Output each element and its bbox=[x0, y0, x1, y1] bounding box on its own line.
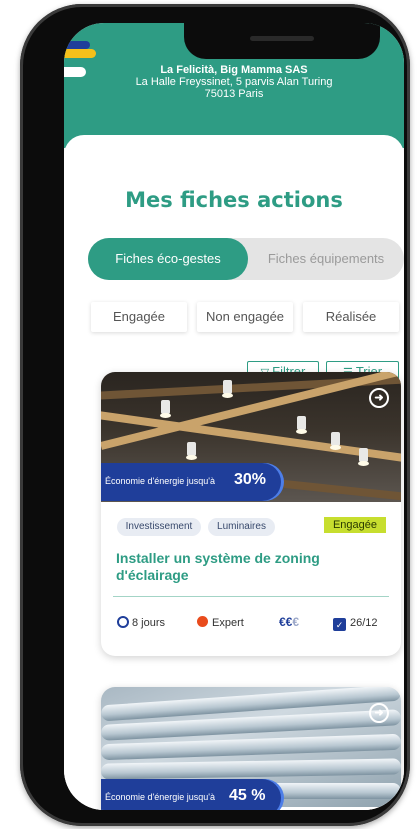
phone-frame: La Felicità, Big Mamma SAS La Halle Frey… bbox=[20, 4, 410, 826]
difficulty-dot-icon bbox=[197, 616, 208, 627]
tag-chip: Luminaires bbox=[208, 518, 275, 536]
tab-equipements[interactable]: Fiches équipements bbox=[248, 238, 404, 280]
filter-engagee-button[interactable]: Engagée bbox=[91, 302, 187, 332]
cost-level: €€€ bbox=[279, 615, 300, 629]
restaurant-address: La Halle Freyssinet, 5 parvis Alan Turin… bbox=[135, 76, 333, 88]
tag-chip: Investissement bbox=[117, 518, 201, 536]
action-card[interactable]: ➜ Économie d'énergie jusqu'à 45 % bbox=[101, 687, 401, 810]
status-badge: Engagée bbox=[324, 517, 386, 533]
tab-eco-gestes[interactable]: Fiches éco-gestes bbox=[88, 238, 248, 280]
restaurant-city: 75013 Paris bbox=[204, 88, 264, 100]
card-title[interactable]: Installer un système de zoning d'éclaira… bbox=[116, 550, 376, 584]
calendar-icon: ✓ bbox=[333, 618, 346, 631]
phone-notch bbox=[184, 23, 380, 59]
brand-logo-icon bbox=[64, 41, 90, 49]
open-arrow-icon[interactable]: ➜ bbox=[369, 388, 389, 408]
clock-icon bbox=[117, 616, 129, 628]
action-card[interactable]: ➜ Économie d'énergie jusqu'à 30% Investi… bbox=[101, 372, 401, 656]
energy-saving-pill: Économie d'énergie jusqu'à 45 % bbox=[101, 779, 281, 810]
energy-saving-pill: Économie d'énergie jusqu'à 30% bbox=[101, 463, 281, 501]
saving-percent: 30% bbox=[234, 471, 267, 488]
filter-non-engagee-button[interactable]: Non engagée bbox=[197, 302, 293, 332]
tab-switcher: Fiches éco-gestes Fiches équipements bbox=[88, 238, 404, 280]
duration: 8 jours bbox=[117, 616, 165, 630]
due-date: ✓ 26/12 bbox=[333, 616, 378, 631]
difficulty: Expert bbox=[197, 616, 244, 630]
filter-realisee-button[interactable]: Réalisée bbox=[303, 302, 399, 332]
restaurant-name: La Felicità, Big Mamma SAS bbox=[160, 64, 308, 76]
saving-percent: 45 % bbox=[229, 787, 266, 804]
open-arrow-icon[interactable]: ➜ bbox=[369, 703, 389, 723]
page-title: Mes fiches actions bbox=[125, 188, 343, 212]
app-screen: La Felicità, Big Mamma SAS La Halle Frey… bbox=[64, 23, 404, 810]
